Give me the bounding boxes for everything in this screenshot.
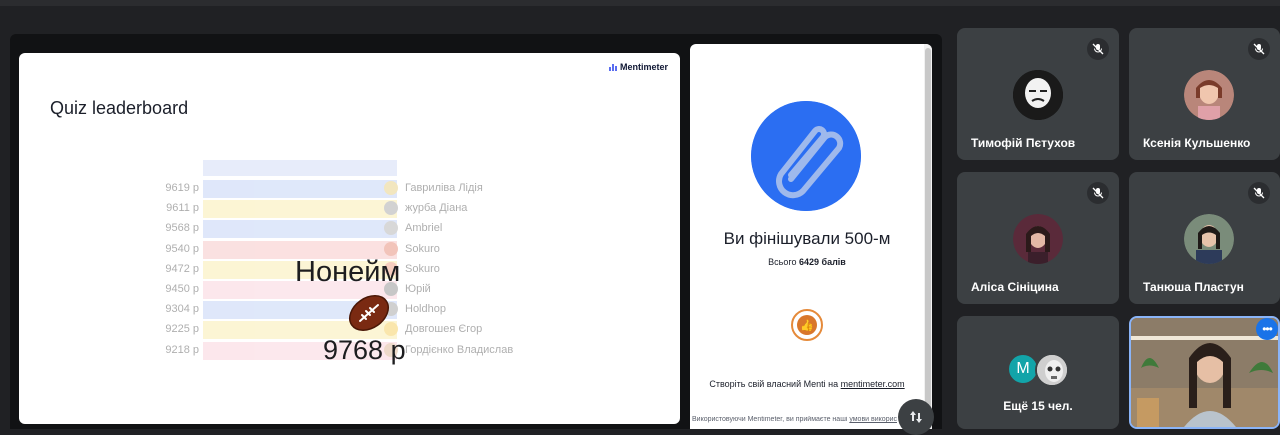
mic-off-icon: [1087, 182, 1109, 204]
participant-tile[interactable]: Аліса Сініцина: [957, 172, 1119, 304]
leaderboard-score: 9304 p: [165, 303, 199, 316]
leaderboard-score: 9568 p: [165, 222, 199, 235]
swap-arrows-icon: [910, 411, 922, 423]
more-participants-avatars: M: [1007, 353, 1071, 387]
panel-scrollbar[interactable]: [924, 44, 932, 429]
points-prefix: Всього: [768, 257, 797, 267]
leaderboard-name: Гордієнко Владислав: [405, 343, 514, 356]
leaderboard-bar: [203, 200, 397, 219]
leaderboard-row: 9619 p Гавриліва Лідія: [119, 180, 539, 198]
avatar: [384, 181, 398, 195]
avatar: [1184, 214, 1234, 264]
presentation-slide: Mentimeter Quiz leaderboard 9619 p Гаврил…: [19, 53, 680, 424]
more-options-icon[interactable]: •••: [1256, 318, 1278, 340]
active-speaker-tile[interactable]: •••: [1129, 316, 1280, 429]
total-points: Всього 6429 балів: [690, 257, 924, 267]
leaderboard-name: Юрій: [405, 283, 431, 295]
participant-tile[interactable]: Ксенія Кульшенко: [1129, 28, 1280, 160]
winner-name: Нонейм: [295, 256, 401, 288]
terms-text: Використовуючи Mentimeter, ви приймаєте …: [692, 416, 918, 423]
leaderboard-score: 9472 p: [165, 262, 199, 275]
terms-link[interactable]: умови викорис: [849, 416, 897, 423]
more-participants-tile[interactable]: M Ещё 15 чел.: [957, 316, 1119, 429]
participant-name: Тимофій Пєтухов: [971, 136, 1076, 150]
more-participants-label: Ещё 15 чел.: [1003, 399, 1073, 413]
leaderboard-bar-first: [203, 160, 397, 176]
points-value: 6429 балів: [798, 257, 846, 267]
winner-score: 9768 p: [323, 335, 406, 365]
participant-name: Танюша Пластун: [1143, 280, 1244, 294]
participant-tile[interactable]: Тимофій Пєтухов: [957, 28, 1119, 160]
leaderboard-score: 9611 p: [166, 202, 199, 215]
leaderboard-row: 9304 p Holdhop: [119, 301, 539, 320]
create-label: Створіть свій власний Menti на: [709, 379, 839, 389]
thumbs-up-icon: 👍: [797, 315, 817, 335]
participant-name: Ксенія Кульшенко: [1143, 136, 1251, 150]
mentimeter-logo-icon: [608, 63, 617, 71]
leaderboard-score: 9218 p: [165, 343, 199, 356]
swap-layout-button[interactable]: [898, 399, 934, 435]
terms-label: Використовуючи Mentimeter, ви приймаєте …: [692, 416, 848, 423]
leaderboard-name: Sokuro: [405, 262, 440, 275]
leaderboard-score: 9450 p: [165, 283, 199, 295]
leaderboard-name: Довгошея Єгор: [405, 323, 483, 336]
top-bar: [0, 0, 1280, 6]
create-menti-text: Створіть свій власний Menti на mentimete…: [690, 379, 924, 389]
leaderboard-name: Sokuro: [405, 242, 440, 255]
paperclip-icon: [751, 101, 861, 211]
leaderboard-row: 9611 p журба Діана: [119, 200, 539, 219]
mic-off-icon: [1087, 38, 1109, 60]
leaderboard-name: журба Діана: [405, 202, 468, 215]
like-button[interactable]: 👍: [791, 309, 823, 341]
participant-tile[interactable]: Танюша Пластун: [1129, 172, 1280, 304]
mentimeter-brand: Mentimeter: [608, 62, 668, 72]
leaderboard-bar: [203, 180, 397, 198]
participant-name: Аліса Сініцина: [971, 280, 1059, 294]
avatar: [384, 241, 398, 256]
mentimeter-audience-panel: Ви фінішували 500-м Всього 6429 балів 👍 …: [690, 44, 932, 429]
mentimeter-link[interactable]: mentimeter.com: [841, 379, 905, 389]
leaderboard-name: Ambriel: [405, 222, 443, 235]
mic-off-icon: [1248, 182, 1270, 204]
avatar: [1013, 70, 1063, 120]
leaderboard-score: 9619 p: [165, 182, 199, 194]
leaderboard-score: 9540 p: [165, 242, 199, 255]
scrollbar-thumb[interactable]: [925, 48, 931, 418]
avatar: [1013, 214, 1063, 264]
leaderboard-row: 9568 p Ambriel: [119, 220, 539, 239]
football-icon: [349, 295, 389, 331]
leaderboard-name: Гавриліва Лідія: [405, 182, 483, 194]
avatar: [1184, 70, 1234, 120]
leaderboard-bar: [203, 220, 397, 239]
mic-off-icon: [1248, 38, 1270, 60]
finish-message: Ви фінішували 500-м: [723, 229, 891, 248]
leaderboard-name: Holdhop: [405, 303, 446, 316]
slide-title: Quiz leaderboard: [50, 98, 189, 118]
brand-label: Mentimeter: [619, 62, 668, 72]
leaderboard-score: 9225 p: [165, 323, 199, 336]
avatar: [1035, 353, 1069, 387]
